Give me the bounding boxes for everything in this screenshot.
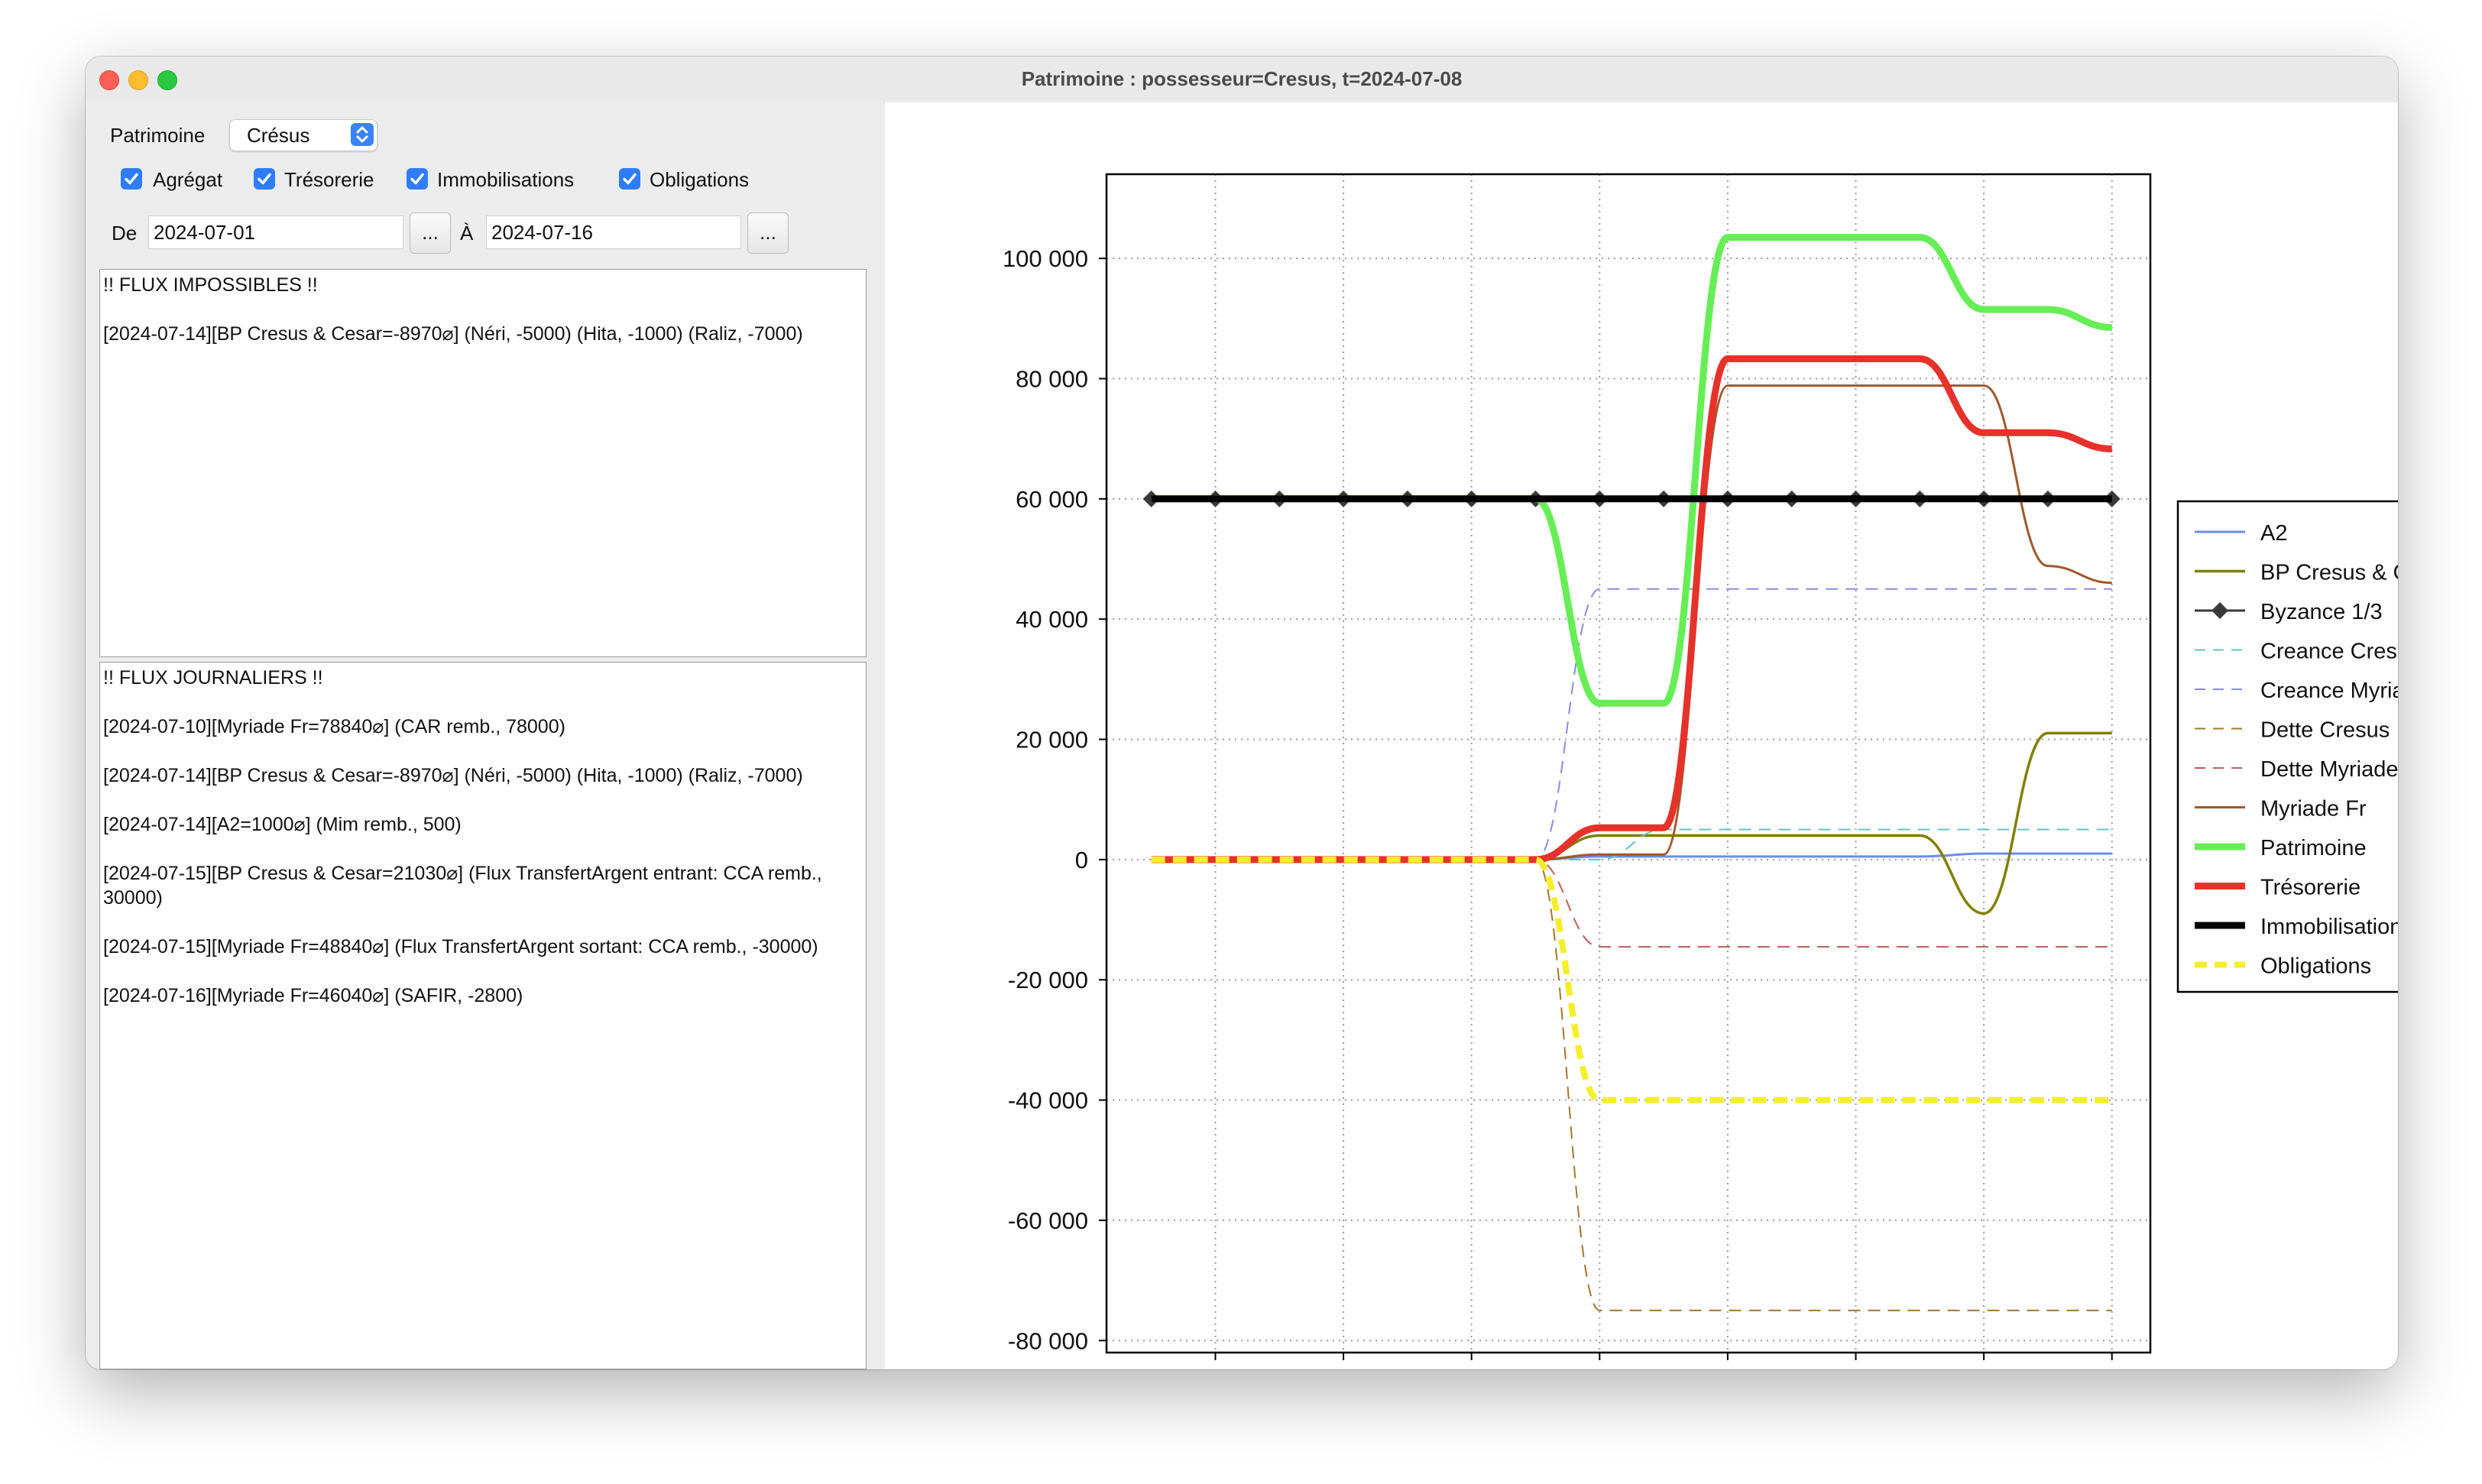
daily-flux-line: [2024-07-15][Myriade Fr=48840⌀] (Flux Tr… bbox=[103, 936, 818, 957]
to-date-input[interactable]: 2024-07-16 bbox=[486, 215, 741, 249]
daily-flux-line: [2024-07-14][BP Cresus & Cesar=-8970⌀] (… bbox=[103, 765, 803, 786]
chevron-updown-icon bbox=[351, 123, 374, 146]
legend-label: Trésorerie bbox=[2260, 876, 2360, 900]
checkbox-obligations[interactable] bbox=[619, 168, 640, 190]
y-tick-label: 40 000 bbox=[1016, 606, 1088, 633]
to-date-picker-button[interactable]: ... bbox=[747, 212, 789, 254]
checkbox-immobilisations[interactable] bbox=[407, 168, 428, 190]
legend-label: Immobilisations bbox=[2260, 915, 2398, 939]
daily-flux-textarea[interactable]: !! FLUX JOURNALIERS !! [2024-07-10][Myri… bbox=[99, 662, 867, 1369]
y-tick-label: 0 bbox=[1075, 847, 1088, 873]
patrimoine-select[interactable]: Crésus bbox=[229, 119, 377, 151]
y-tick-label: 60 000 bbox=[1016, 486, 1088, 513]
checkbox-agregat[interactable] bbox=[121, 168, 142, 190]
checkmark-icon bbox=[125, 173, 138, 185]
from-date-label: De bbox=[112, 222, 138, 245]
y-tick-label: -20 000 bbox=[1008, 967, 1088, 993]
app-window: Patrimoine : possesseur=Cresus, t=2024-0… bbox=[86, 57, 2398, 1369]
y-tick-label: 80 000 bbox=[1016, 365, 1088, 392]
impossible-flux-header: !! FLUX IMPOSSIBLES !! bbox=[103, 274, 318, 296]
legend-label: Dette Cresus bbox=[2260, 718, 2390, 743]
daily-flux-line: [2024-07-10][Myriade Fr=78840⌀] (CAR rem… bbox=[103, 716, 565, 737]
from-date-input[interactable]: 2024-07-01 bbox=[148, 215, 403, 249]
daily-flux-line: [2024-07-15][BP Cresus & Cesar=21030⌀] (… bbox=[103, 863, 822, 909]
ellipsis-label: ... bbox=[760, 221, 776, 244]
legend-label: Byzance 1/3 bbox=[2260, 600, 2383, 624]
impossible-flux-line: [2024-07-14][BP Cresus & Cesar=-8970⌀] (… bbox=[103, 323, 803, 345]
patrimoine-label: Patrimoine bbox=[110, 124, 206, 147]
line-chart: 100 000 80 000 60 000 40 000 20 000 0 -20 000 -… bbox=[1003, 173, 2398, 1360]
daily-flux-line: [2024-07-16][Myriade Fr=46040⌀] (SAFIR, … bbox=[103, 985, 523, 1006]
daily-flux-line: [2024-07-14][A2=1000⌀] (Mim remb., 500) bbox=[103, 814, 462, 835]
to-date-value: 2024-07-16 bbox=[491, 221, 593, 244]
patrimoine-select-value: Crésus bbox=[247, 124, 310, 147]
from-date-picker-button[interactable]: ... bbox=[410, 212, 451, 254]
y-tick-label: -80 000 bbox=[1008, 1327, 1088, 1354]
y-tick-label: -60 000 bbox=[1008, 1207, 1088, 1234]
chart-panel: 100 000 80 000 60 000 40 000 20 000 0 -20 000 -… bbox=[885, 102, 2398, 1369]
checkmark-icon bbox=[410, 173, 424, 185]
checkbox-tresorerie[interactable] bbox=[254, 168, 275, 190]
legend-label: Creance Cresus bbox=[2260, 640, 2398, 664]
daily-flux-header: !! FLUX JOURNALIERS !! bbox=[103, 667, 323, 689]
checkbox-agregat-label: Agrégat bbox=[153, 168, 223, 191]
legend-label: BP Cresus & Cesar bbox=[2260, 561, 2398, 585]
checkbox-obligations-label: Obligations bbox=[650, 168, 750, 191]
checkmark-icon bbox=[623, 173, 637, 185]
to-date-label: À bbox=[460, 222, 474, 245]
from-date-value: 2024-07-01 bbox=[154, 221, 255, 244]
ellipsis-label: ... bbox=[422, 221, 439, 244]
legend-label: A2 bbox=[2260, 521, 2287, 546]
y-tick-label: -40 000 bbox=[1008, 1087, 1088, 1114]
impossible-flux-textarea[interactable]: !! FLUX IMPOSSIBLES !! [2024-07-14][BP C… bbox=[99, 269, 867, 657]
y-tick-label: 100 000 bbox=[1003, 245, 1088, 272]
legend-label: Obligations bbox=[2260, 954, 2371, 979]
checkbox-tresorerie-label: Trésorerie bbox=[284, 168, 374, 191]
legend-label: Myriade Fr bbox=[2260, 797, 2367, 821]
legend-label: Creance Myriade Fr bbox=[2260, 679, 2398, 703]
legend-label: Patrimoine bbox=[2260, 836, 2367, 860]
window-title: Patrimoine : possesseur=Cresus, t=2024-0… bbox=[1021, 67, 1463, 90]
checkbox-immobilisations-label: Immobilisations bbox=[437, 168, 575, 191]
checkmark-icon bbox=[258, 173, 271, 185]
title-bar: Patrimoine : possesseur=Cresus, t=2024-0… bbox=[86, 57, 2398, 103]
legend-label: Dette Myriade Fr bbox=[2260, 757, 2398, 782]
y-tick-label: 20 000 bbox=[1016, 727, 1088, 753]
control-panel: Patrimoine Crésus Agrégat Trésorerie Imm… bbox=[86, 102, 883, 1369]
plot-area bbox=[1107, 174, 2150, 1353]
